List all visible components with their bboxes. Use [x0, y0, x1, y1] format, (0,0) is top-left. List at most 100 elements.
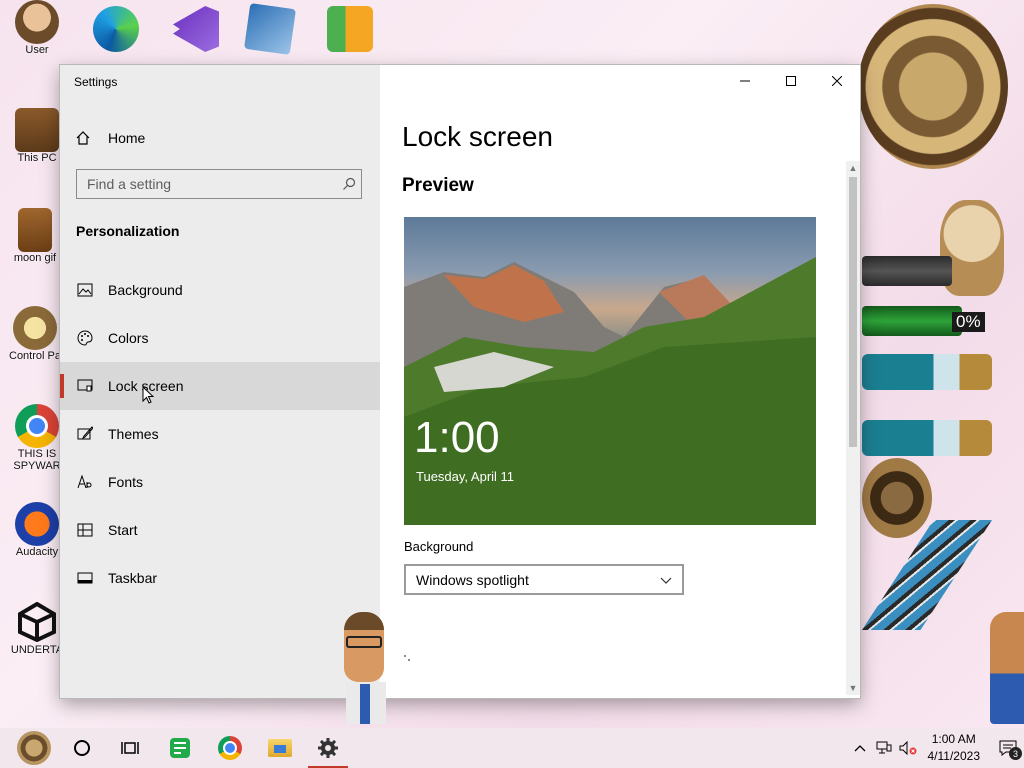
cartoon-character-right — [990, 612, 1024, 724]
nav-item-label: Background — [108, 282, 183, 298]
desktop-icon-audacity[interactable]: Audacity — [6, 502, 68, 558]
home-link[interactable]: Home — [74, 125, 145, 151]
taskbar-settings[interactable] — [304, 728, 352, 768]
picture-icon — [76, 281, 94, 299]
nav-item-taskbar[interactable]: Taskbar — [60, 554, 380, 602]
find-setting-search — [76, 169, 362, 199]
close-icon — [832, 76, 842, 86]
hex-editor-icon — [327, 6, 373, 52]
maximize-button[interactable] — [768, 65, 814, 97]
chrome-icon — [218, 736, 242, 760]
taskbar-clock[interactable]: 1:00 AM 4/11/2023 — [928, 731, 981, 765]
desktop-icon-label: This PC — [17, 152, 57, 164]
maximize-icon — [786, 76, 796, 86]
content-scrollbar[interactable]: ▲ ▼ — [846, 161, 860, 695]
visual-studio-icon — [173, 6, 219, 52]
taskbar-icon — [76, 569, 94, 587]
desktop-icon-hxd[interactable] — [322, 6, 378, 52]
lock-screen-icon — [76, 377, 94, 395]
nav-item-start[interactable]: Start — [60, 506, 380, 554]
unity-icon — [15, 600, 59, 644]
notification-count-badge: 3 — [1009, 747, 1022, 760]
gauge-bar-2 — [862, 306, 962, 336]
cartoon-character — [338, 612, 390, 724]
page-title: Lock screen — [402, 121, 553, 152]
desktop-icon-label: Audacity — [15, 546, 59, 558]
action-center-button[interactable]: 3 — [992, 740, 1024, 760]
settings-content-pane: Lock screen Preview 1:00 Tuesday, April … — [380, 65, 860, 698]
task-view-button[interactable] — [106, 728, 154, 768]
search-icon[interactable] — [337, 177, 361, 191]
user-icon — [15, 0, 59, 44]
virtualbox-icon — [244, 3, 296, 55]
desktop-icon-edge[interactable] — [88, 6, 144, 52]
taskbar-notes-app[interactable] — [156, 728, 204, 768]
search-input[interactable] — [77, 170, 337, 198]
desktop-icon-label: THIS IS SPYWAR — [13, 448, 61, 472]
steampunk-clock-widget — [858, 4, 1008, 169]
network-icon[interactable] — [872, 741, 896, 755]
sticky-notes-icon — [170, 738, 190, 758]
chevron-up-icon — [854, 745, 865, 752]
lock-screen-preview: 1:00 Tuesday, April 11 — [404, 217, 816, 525]
control-panel-icon — [13, 306, 57, 350]
nav-item-background[interactable]: Background — [60, 266, 380, 314]
system-tray: 1:00 AM 4/11/2023 3 — [848, 728, 1024, 768]
desktop-icon-moon-gif[interactable]: moon gif — [4, 208, 66, 264]
audacity-icon — [15, 502, 59, 546]
start-icon — [76, 521, 94, 539]
desktop-icon-label: User — [25, 44, 49, 56]
gauge-percent-label: 0% — [952, 312, 985, 332]
pipes-widget — [862, 520, 992, 630]
nav-item-lock-screen[interactable]: Lock screen — [60, 362, 380, 410]
minimize-icon — [740, 80, 750, 82]
cortana-button[interactable] — [58, 728, 106, 768]
desktop-icon-undertale[interactable]: UNDERTA — [6, 600, 68, 656]
nav-item-fonts[interactable]: Fonts — [60, 458, 380, 506]
desktop-icon-visual-studio[interactable] — [168, 6, 224, 52]
font-icon — [76, 473, 94, 491]
desktop-icon-this-pc[interactable]: This PC — [6, 108, 68, 164]
nav-item-colors[interactable]: Colors — [60, 314, 380, 362]
computer-icon — [15, 108, 59, 152]
desktop-icon-control-panel[interactable]: Control Pa — [4, 306, 66, 362]
nav-item-label: Themes — [108, 426, 159, 442]
clock-time: 1:00 AM — [931, 732, 976, 746]
edge-icon — [93, 6, 139, 52]
gauge-bar-1 — [862, 256, 952, 286]
nav-item-label: Fonts — [108, 474, 144, 490]
background-dropdown[interactable]: Windows spotlight — [404, 564, 684, 595]
folder-icon — [268, 739, 292, 757]
preview-heading: Preview — [402, 175, 474, 196]
volume-muted-icon[interactable] — [896, 741, 920, 755]
scroll-up-arrow-icon[interactable]: ▲ — [846, 161, 860, 175]
chrome-icon — [15, 404, 59, 448]
start-button[interactable] — [10, 728, 58, 768]
scroll-down-arrow-icon[interactable]: ▼ — [846, 681, 860, 695]
chevron-down-icon — [660, 572, 672, 588]
task-view-icon — [121, 742, 139, 754]
desktop-icon-label: UNDERTA — [10, 644, 64, 656]
gauge-bar-3 — [862, 354, 992, 390]
home-label: Home — [108, 130, 146, 146]
nav-item-themes[interactable]: Themes — [60, 410, 380, 458]
settings-window: Settings Home Personalization Background — [60, 65, 860, 698]
image-file-icon — [18, 208, 52, 252]
taskbar-file-explorer[interactable] — [256, 728, 304, 768]
desktop-icon-chrome[interactable]: THIS IS SPYWAR — [6, 404, 68, 472]
clock-date: 4/11/2023 — [927, 749, 981, 763]
nav-item-label: Taskbar — [108, 570, 158, 586]
close-button[interactable] — [814, 65, 860, 97]
taskbar-chrome[interactable] — [206, 728, 254, 768]
minimize-button[interactable] — [722, 65, 768, 97]
show-hidden-icons-button[interactable] — [848, 744, 872, 752]
cortana-circle-icon — [74, 740, 90, 756]
settings-nav-pane: Settings Home Personalization Background — [60, 65, 380, 698]
scroll-thumb[interactable] — [849, 177, 857, 447]
gear-widget — [862, 458, 932, 538]
desktop-icon-user[interactable]: User — [6, 0, 68, 56]
home-icon — [74, 130, 92, 146]
background-label: Background — [404, 539, 474, 554]
desktop-icon-virtualbox[interactable] — [242, 3, 298, 55]
desktop-icon-label: Control Pa — [9, 350, 61, 362]
